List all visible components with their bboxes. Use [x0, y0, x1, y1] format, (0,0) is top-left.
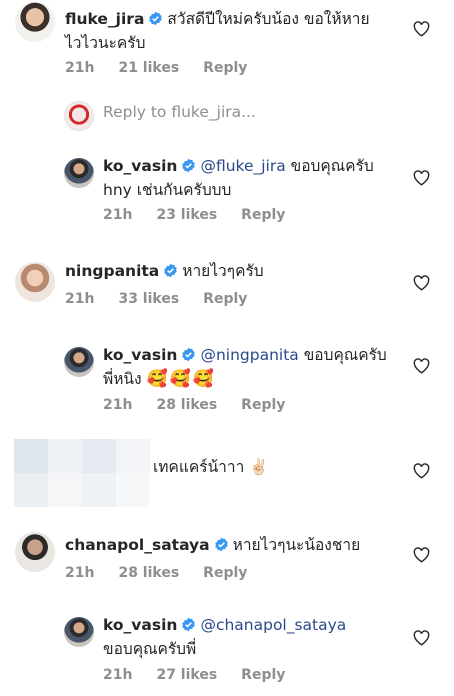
- heart-icon[interactable]: [413, 170, 430, 186]
- avatar[interactable]: [15, 532, 55, 572]
- reply-button[interactable]: Reply: [241, 667, 285, 683]
- comment-meta: 21h 33 likes Reply: [65, 291, 271, 307]
- username[interactable]: ko_vasin: [103, 346, 177, 364]
- verified-badge-icon: [182, 617, 196, 632]
- likes-count[interactable]: 28 likes: [156, 397, 217, 413]
- comment-text: ningpanita หายไวๆครับ: [65, 259, 365, 283]
- username[interactable]: fluke_jira: [65, 10, 144, 28]
- reply-button[interactable]: Reply: [203, 565, 247, 581]
- comment-meta: 21h 23 likes Reply: [103, 207, 309, 223]
- verified-badge-icon: [164, 263, 177, 278]
- comment-text: ko_vasin @fluke_jira ขอบคุณครับ hny เช่นกั…: [103, 154, 403, 202]
- comment-body: หายไวๆนะน้องชาย: [232, 536, 361, 554]
- verified-badge-icon: [182, 347, 196, 362]
- comment-body-line2: ขอบคุณครับพี่: [103, 640, 197, 658]
- verified-badge-icon: [214, 537, 228, 552]
- comment-body: หายไวๆครับ: [182, 262, 264, 280]
- reply-button[interactable]: Reply: [203, 60, 247, 76]
- comment-body: เทคแคร์น้าาา ✌🏻: [153, 458, 269, 476]
- heart-icon[interactable]: [413, 358, 430, 374]
- likes-count[interactable]: 27 likes: [156, 667, 217, 683]
- timestamp: 21h: [103, 667, 133, 683]
- reply-to-label[interactable]: Reply to fluke_jira...: [103, 103, 256, 121]
- mention-link[interactable]: @ningpanita: [200, 346, 298, 364]
- comment-meta: 21h 28 likes Reply: [103, 397, 309, 413]
- comment-text: ko_vasin @ningpanita ขอบคุณครับพี่หนิง 🥰🥰…: [103, 343, 403, 391]
- reply-button[interactable]: Reply: [241, 207, 285, 223]
- heart-icon[interactable]: [413, 463, 430, 479]
- comment-text: fluke_jira สวัสดีปีใหม่ครับน้อง ขอให้หายไ…: [65, 7, 385, 55]
- emoji-group: 🥰🥰🥰: [146, 369, 217, 389]
- heart-icon[interactable]: [413, 630, 430, 646]
- comment-meta: 21h 27 likes Reply: [103, 667, 309, 683]
- reply-button[interactable]: Reply: [203, 291, 247, 307]
- avatar[interactable]: [15, 2, 55, 42]
- likes-count[interactable]: 28 likes: [118, 565, 179, 581]
- mention-link[interactable]: @chanapol_sataya: [200, 616, 346, 634]
- comment-body-line2: hny เช่นกันครับบบ: [103, 181, 232, 199]
- comment-body-line2: พี่หนิง: [103, 370, 142, 388]
- avatar[interactable]: [64, 158, 94, 188]
- verified-badge-icon: [182, 158, 196, 173]
- avatar[interactable]: [15, 262, 55, 302]
- username[interactable]: chanapol_sataya: [65, 536, 210, 554]
- comment-body: ขอบคุณครับ: [285, 157, 374, 175]
- timestamp: 21h: [65, 565, 95, 581]
- comment-text: ko_vasin @chanapol_sataya ขอบคุณครับพี่: [103, 613, 403, 661]
- comment-body: ขอบคุณครับ: [298, 346, 387, 364]
- reply-avatar: [64, 101, 94, 131]
- comment-body-line2: ไวไวนะครับ: [65, 34, 146, 52]
- username[interactable]: ningpanita: [65, 262, 159, 280]
- avatar[interactable]: [64, 347, 94, 377]
- timestamp: 21h: [65, 291, 95, 307]
- username[interactable]: ko_vasin: [103, 157, 177, 175]
- comment-meta: 21h 28 likes Reply: [65, 565, 271, 581]
- comment-body: สวัสดีปีใหม่ครับน้อง ขอให้หาย: [167, 10, 370, 28]
- likes-count[interactable]: 21 likes: [118, 60, 179, 76]
- timestamp: 21h: [103, 207, 133, 223]
- heart-icon[interactable]: [413, 547, 430, 563]
- heart-icon[interactable]: [413, 21, 430, 37]
- redacted-user-blur: [14, 439, 150, 507]
- comment-meta: 21h 21 likes Reply: [65, 60, 271, 76]
- reply-button[interactable]: Reply: [241, 397, 285, 413]
- likes-count[interactable]: 23 likes: [156, 207, 217, 223]
- likes-count[interactable]: 33 likes: [118, 291, 179, 307]
- timestamp: 21h: [103, 397, 133, 413]
- username[interactable]: ko_vasin: [103, 616, 177, 634]
- verified-badge-icon: [149, 11, 163, 26]
- heart-icon[interactable]: [413, 275, 430, 291]
- timestamp: 21h: [65, 60, 95, 76]
- comment-text: เทคแคร์น้าาา ✌🏻: [153, 455, 453, 479]
- comment-text: chanapol_sataya หายไวๆนะน้องชาย: [65, 533, 385, 557]
- mention-link[interactable]: @fluke_jira: [200, 157, 285, 175]
- avatar[interactable]: [64, 617, 94, 647]
